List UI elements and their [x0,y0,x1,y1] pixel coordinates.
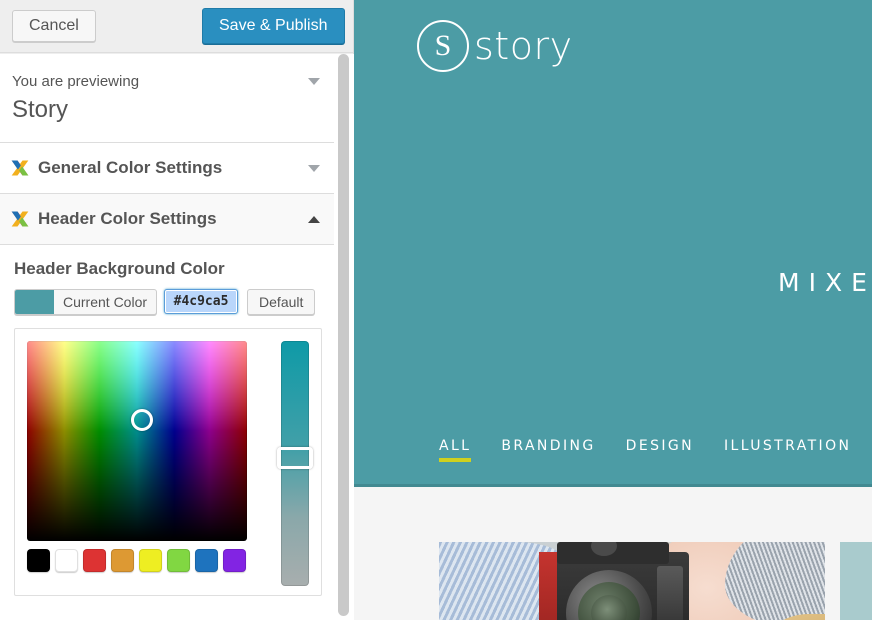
default-color-button[interactable]: Default [247,289,315,315]
header-background-color-control: Header Background Color Current Color #4… [0,245,334,596]
palette-swatch-1[interactable] [55,549,78,572]
theme-switcher-block[interactable]: You are previewing Story [0,54,334,143]
nav-item-branding[interactable]: BRANDING [501,438,595,464]
color-picker-pointer-icon [131,409,153,431]
current-color-button[interactable]: Current Color [14,289,157,315]
palette-swatch-7[interactable] [223,549,246,572]
nav-item-all[interactable]: ALL [439,438,471,464]
previewing-theme-name: Story [12,94,298,126]
hue-slider[interactable] [281,341,309,586]
palette-swatch-2[interactable] [83,549,106,572]
customizer-header-bar: Cancel Save & Publish [0,0,353,53]
section-title: General Color Settings [38,158,222,178]
hex-input-wrapper: #4c9ca5 [164,289,238,314]
site-logo[interactable]: S story [417,20,573,72]
previewing-label: You are previewing [12,72,298,92]
logo-circle-s-icon: S [417,20,469,72]
chevron-down-icon [308,165,320,172]
chevron-down-icon [308,78,320,85]
x-theme-logo-icon [10,209,30,229]
site-header: S story MIXED ALL BRANDING DESIGN ILLUST… [354,0,872,487]
palette-swatch-6[interactable] [195,549,218,572]
section-general-color-settings[interactable]: General Color Settings [0,143,334,194]
gallery-item[interactable] [840,542,872,620]
hex-color-input[interactable] [164,289,238,314]
cancel-button[interactable]: Cancel [12,10,96,42]
site-navigation: ALL BRANDING DESIGN ILLUSTRATION [439,438,851,464]
palette-swatch-3[interactable] [111,549,134,572]
section-header-color-settings[interactable]: Header Color Settings [0,194,334,245]
color-control-row: Current Color #4c9ca5 Default [14,289,320,316]
chevron-up-icon [308,216,320,223]
sidebar-scrollbar-track[interactable] [334,54,353,620]
section-title: Header Color Settings [38,209,217,229]
woman-holding-camera-photo [439,542,825,620]
iris-color-picker [14,328,322,596]
control-label: Header Background Color [14,259,320,279]
logo-wordmark: story [474,24,573,68]
customizer-panel-content: You are previewing Story General Color S… [0,54,335,596]
color-swatch [15,290,54,314]
gallery-item[interactable] [439,542,825,620]
saturation-value-square[interactable] [27,341,247,541]
customizer-sidebar: Cancel Save & Publish You are previewing… [0,0,354,620]
color-palette-swatches [27,549,246,572]
palette-swatch-4[interactable] [139,549,162,572]
hero-title: MIXED [778,268,872,297]
customizer-scroll-area: You are previewing Story General Color S… [0,54,354,620]
current-color-label: Current Color [54,290,156,314]
save-and-publish-button[interactable]: Save & Publish [202,8,345,44]
hue-slider-handle[interactable] [277,447,313,469]
x-theme-logo-icon [10,158,30,178]
nav-item-illustration[interactable]: ILLUSTRATION [724,438,851,464]
site-preview-frame: S story MIXED ALL BRANDING DESIGN ILLUST… [354,0,872,620]
nav-item-design[interactable]: DESIGN [626,438,694,464]
site-gallery [354,487,872,620]
customizer-screen: Cancel Save & Publish You are previewing… [0,0,872,620]
palette-swatch-5[interactable] [167,549,190,572]
palette-swatch-0[interactable] [27,549,50,572]
sidebar-scrollbar-thumb[interactable] [338,54,349,616]
